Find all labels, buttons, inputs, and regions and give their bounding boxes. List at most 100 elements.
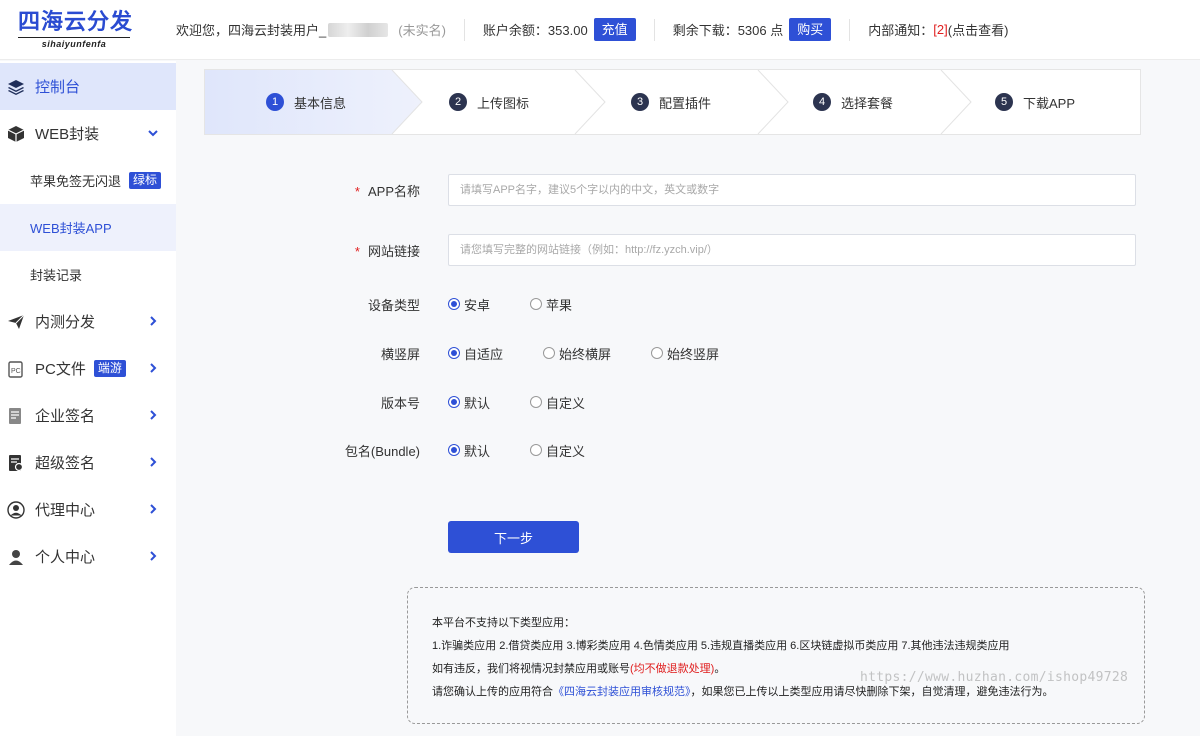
radio-version-default[interactable]: 默认: [448, 393, 490, 412]
downloads-info: 剩余下载：5306 点 购买: [673, 18, 832, 42]
user-icon: [6, 547, 26, 567]
sidebar-item-label: 控制台: [35, 79, 81, 96]
sidebar: 控制台 WEB封装 苹果免签无闪退 绿标 WEB封装APP 封装记录 内测分发 …: [0, 61, 176, 736]
sidebar-item-dashboard[interactable]: 控制台: [0, 63, 176, 110]
sidebar-item-super-sign[interactable]: 超级签名: [0, 439, 176, 486]
logo[interactable]: 四海云分发 sihaiyunfenfa: [0, 0, 176, 60]
radio-dot-checked[interactable]: [448, 396, 460, 408]
radio-dot[interactable]: [543, 347, 556, 359]
paper-plane-icon: [6, 312, 26, 332]
version-row: 版本号 默认 自定义: [320, 385, 1140, 419]
radio-dot[interactable]: [530, 298, 543, 310]
version-radios: 默认 自定义: [448, 392, 585, 412]
radio-bundle-default[interactable]: 默认: [448, 441, 490, 460]
app-name-row: * APP名称: [320, 173, 1140, 207]
app-name-input[interactable]: [448, 174, 1136, 206]
radio-apple[interactable]: 苹果: [530, 295, 572, 314]
logo-subtext: sihaiyunfenfa: [18, 36, 130, 49]
radio-dot-checked[interactable]: [448, 444, 460, 456]
sidebar-item-label: 代理中心: [35, 502, 96, 519]
sidebar-subitem-wrap-records[interactable]: 封装记录: [0, 251, 176, 298]
sidebar-subitem-web-wrap-app[interactable]: WEB封装APP: [0, 204, 176, 251]
radio-dot[interactable]: [651, 347, 664, 359]
green-badge: 绿标: [129, 172, 162, 189]
sidebar-item-pc-file[interactable]: PC PC文件 端游: [0, 345, 176, 392]
radio-dot-checked[interactable]: [448, 347, 460, 359]
chevron-right-icon: [150, 551, 157, 561]
radio-android[interactable]: 安卓: [448, 295, 490, 314]
step-select-plan[interactable]: 4 选择套餐: [813, 70, 893, 134]
sidebar-item-label: 企业签名: [35, 408, 96, 425]
site-link-label: * 网站链接: [354, 243, 420, 259]
sidebar-item-agent-center[interactable]: 代理中心: [0, 486, 176, 533]
version-label: 版本号: [380, 395, 420, 411]
recharge-button[interactable]: 充值: [593, 18, 636, 41]
sidebar-item-beta-distribution[interactable]: 内测分发: [0, 298, 176, 345]
chevron-right-icon: [150, 316, 157, 326]
next-step-button[interactable]: 下一步: [448, 521, 579, 553]
balance-label: 账户余额：353.00: [482, 23, 588, 38]
document-sign-icon: [6, 406, 26, 426]
notice-count[interactable]: [2]: [933, 22, 947, 37]
sidebar-subitem-apple-nosign[interactable]: 苹果免签无闪退 绿标: [0, 157, 176, 204]
radio-dot-checked[interactable]: [448, 298, 460, 310]
radio-adaptive[interactable]: 自适应: [448, 344, 503, 363]
certificate-icon: [6, 453, 26, 473]
radio-always-portrait[interactable]: 始终竖屏: [651, 344, 719, 363]
review-policy-link[interactable]: 《四海云封装应用审核规范》: [553, 686, 691, 698]
bundle-row: 包名(Bundle) 默认 自定义: [320, 433, 1140, 467]
chevron-right-icon: [150, 363, 157, 373]
sidebar-item-label: WEB封装: [35, 126, 100, 143]
step-basic-info[interactable]: 1 基本信息: [266, 70, 346, 134]
orientation-radios: 自适应 始终横屏 始终竖屏: [448, 343, 719, 363]
step-config-plugins[interactable]: 3 配置插件: [631, 70, 711, 134]
notice-line: 1.诈骗类应用 2.借贷类应用 3.博彩类应用 4.色情类应用 5.违规直播类应…: [432, 640, 1010, 652]
radio-bundle-custom[interactable]: 自定义: [530, 441, 585, 460]
step-download-app[interactable]: 5 下载APP: [995, 70, 1075, 134]
step-number: 1: [266, 93, 284, 111]
orientation-label: 横竖屏: [380, 346, 420, 362]
app-name-label: * APP名称: [354, 183, 420, 199]
radio-dot[interactable]: [530, 396, 543, 408]
buy-button[interactable]: 购买: [789, 18, 832, 41]
sidebar-item-enterprise-sign[interactable]: 企业签名: [0, 392, 176, 439]
site-link-input[interactable]: [448, 234, 1136, 266]
top-header: 四海云分发 sihaiyunfenfa 欢迎您，四海云封装用户_ (未实名) 账…: [0, 0, 1200, 60]
step-label: 配置插件: [659, 95, 712, 111]
orientation-row: 横竖屏 自适应 始终横屏 始终竖屏: [320, 336, 1140, 370]
sidebar-item-label: 个人中心: [35, 549, 96, 566]
unverified-label[interactable]: (未实名): [398, 20, 446, 39]
step-label: 选择套餐: [841, 95, 894, 111]
chevron-right-icon: [150, 410, 157, 420]
radio-dot[interactable]: [530, 444, 543, 456]
notice-label: 内部通知：: [868, 23, 934, 38]
welcome-text: 欢迎您，四海云封装用户_ (未实名): [176, 18, 446, 42]
radio-always-landscape[interactable]: 始终横屏: [543, 344, 611, 363]
svg-text:PC: PC: [11, 368, 21, 375]
notice-action[interactable]: (点击查看): [948, 20, 1009, 39]
no-refund-warning: (均不做退款处理): [630, 663, 715, 675]
bundle-label: 包名(Bundle): [344, 443, 420, 459]
welcome-label: 欢迎您，四海云封装用户_: [176, 23, 327, 38]
sidebar-item-label: PC文件: [35, 361, 86, 378]
header-divider: [653, 18, 655, 41]
sidebar-item-personal-center[interactable]: 个人中心: [0, 533, 176, 580]
bundle-radios: 默认 自定义: [448, 440, 585, 460]
notice-line: 本平台不支持以下类型应用：: [432, 617, 575, 629]
radio-version-custom[interactable]: 自定义: [530, 393, 585, 412]
header-divider: [463, 18, 465, 41]
step-number: 3: [631, 93, 649, 111]
sidebar-item-web-wrap[interactable]: WEB封装: [0, 110, 176, 157]
chevron-right-icon: [150, 457, 157, 467]
balance-info: 账户余额：353.00 充值: [483, 18, 636, 42]
device-type-label: 设备类型: [367, 297, 420, 313]
header-divider: [849, 18, 851, 41]
internal-notice[interactable]: 内部通知： [2] (点击查看): [868, 18, 1008, 42]
step-upload-icon[interactable]: 2 上传图标: [449, 70, 529, 134]
layers-icon: [6, 77, 26, 97]
step-number: 2: [449, 93, 467, 111]
step-number: 5: [995, 93, 1013, 111]
pc-file-icon: PC: [6, 359, 26, 379]
step-number: 4: [813, 93, 831, 111]
sidebar-item-label: 超级签名: [35, 455, 96, 472]
